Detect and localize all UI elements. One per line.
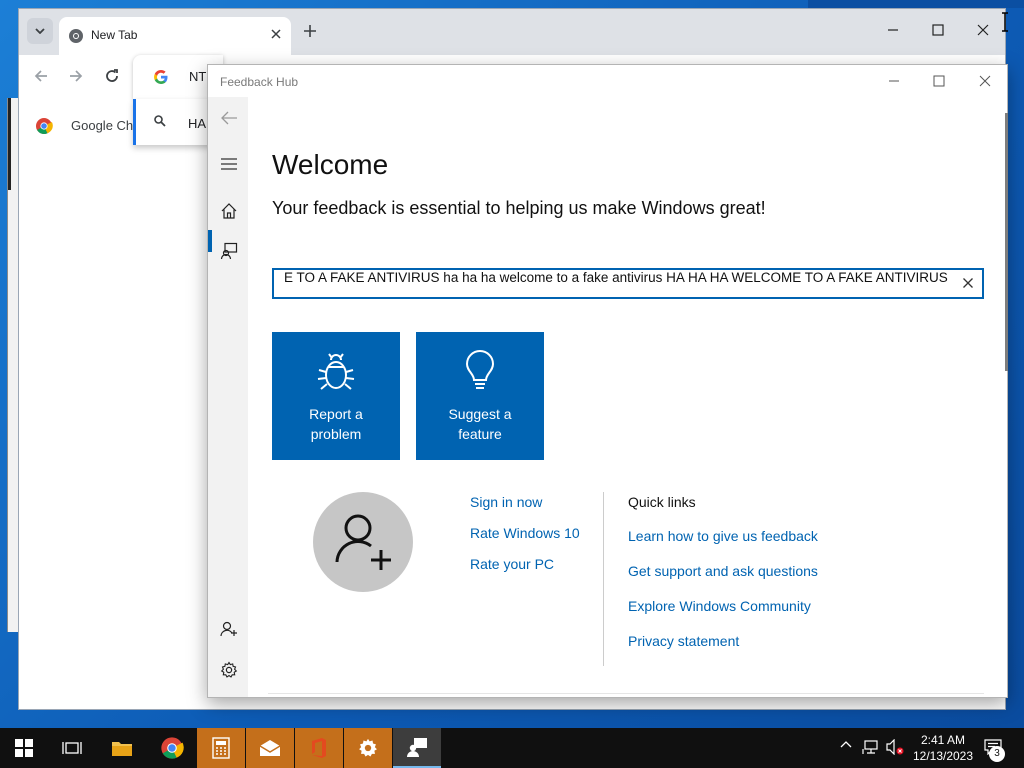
search-icon (154, 115, 166, 127)
back-arrow-icon[interactable] (33, 68, 49, 84)
close-icon[interactable] (977, 24, 989, 36)
minimize-icon[interactable] (888, 75, 900, 87)
add-user-icon (333, 510, 395, 572)
file-explorer-button[interactable] (98, 728, 146, 768)
search-input[interactable]: E TO A FAKE ANTIVIRUS ha ha ha welcome t… (274, 270, 950, 297)
suggest-feature-label: Suggest a feature (448, 406, 512, 442)
tab-title: New Tab (91, 28, 138, 42)
volume-muted-icon[interactable] (886, 739, 904, 755)
hamburger-icon[interactable] (220, 157, 238, 171)
task-view-icon (62, 742, 82, 754)
google-g-icon (153, 69, 169, 85)
file-explorer-icon (112, 742, 132, 756)
chrome-taskbar-button[interactable] (148, 728, 196, 768)
rate-pc-link[interactable]: Rate your PC (470, 556, 554, 572)
system-clock[interactable]: 2:41 AM 12/13/2023 (908, 732, 978, 764)
divider (603, 492, 604, 666)
content-bottom-divider (268, 693, 984, 694)
chrome-tab-strip: New Tab (19, 9, 1005, 55)
search-input-text: E TO A FAKE ANTIVIRUS ha ha ha welcome t… (284, 270, 948, 285)
settings-icon (359, 738, 377, 757)
notification-count-badge: 3 (989, 746, 1005, 762)
reload-icon[interactable] (104, 68, 120, 84)
welcome-heading: Welcome (272, 149, 389, 180)
quick-link-community[interactable]: Explore Windows Community (628, 598, 811, 614)
settings-icon[interactable] (220, 661, 238, 679)
tab-close-icon[interactable] (271, 29, 281, 39)
tab-search-button[interactable] (27, 18, 53, 44)
report-problem-button[interactable]: Report a problem (272, 332, 400, 460)
selected-indicator (208, 230, 212, 252)
mail-button[interactable] (246, 728, 294, 768)
settings-taskbar-button[interactable] (344, 728, 392, 768)
background-window-edge (808, 0, 1024, 8)
add-account-icon[interactable] (220, 620, 238, 638)
report-problem-label: Report a problem (309, 406, 363, 442)
welcome-subtitle: Your feedback is essential to helping us… (272, 198, 766, 218)
new-tab-plus-icon[interactable] (303, 24, 317, 38)
maximize-icon[interactable] (932, 24, 944, 36)
rate-windows-link[interactable]: Rate Windows 10 (470, 525, 580, 541)
navigation-pane (208, 97, 248, 697)
chrome-icon (161, 737, 184, 759)
suggestion-text: HA (188, 116, 207, 131)
bookmark-label: Google Ch (71, 118, 134, 133)
quick-links-title: Quick links (628, 494, 696, 510)
home-icon[interactable] (220, 202, 238, 220)
bug-icon (316, 350, 356, 392)
scrollbar[interactable] (1005, 113, 1008, 371)
avatar[interactable] (313, 492, 413, 592)
start-button[interactable] (0, 728, 48, 768)
start-icon (15, 739, 33, 757)
task-view-button[interactable] (48, 728, 96, 768)
clock-time: 2:41 AM (920, 733, 966, 747)
suggest-feature-button[interactable]: Suggest a feature (416, 332, 544, 460)
calculator-icon (212, 737, 230, 759)
clear-icon[interactable] (962, 277, 974, 289)
chrome-favicon-icon (68, 28, 84, 44)
forward-arrow-icon[interactable] (68, 68, 84, 84)
text-cursor-icon (1001, 12, 1009, 32)
network-icon[interactable] (862, 739, 880, 755)
chrome-logo-icon (35, 117, 53, 135)
feedback-hub-icon (407, 738, 427, 757)
feedback-hub-window: Feedback Hub Welcome Your feedback is es… (207, 64, 1008, 698)
feedback-icon[interactable] (220, 242, 238, 260)
sign-in-link[interactable]: Sign in now (470, 494, 542, 510)
mail-icon (259, 740, 281, 756)
lightbulb-icon (460, 350, 500, 392)
quick-link-support[interactable]: Get support and ask questions (628, 563, 818, 579)
back-arrow-icon[interactable] (220, 111, 238, 125)
office-icon (312, 738, 326, 758)
calculator-button[interactable] (197, 728, 245, 768)
chevron-down-icon (35, 28, 45, 34)
chrome-tab-new-tab[interactable]: New Tab (59, 17, 291, 55)
chevron-up-icon[interactable] (840, 739, 852, 751)
quick-link-privacy[interactable]: Privacy statement (628, 633, 739, 649)
minimize-icon[interactable] (887, 24, 899, 36)
window-title: Feedback Hub (220, 75, 299, 89)
quick-link-give-feedback[interactable]: Learn how to give us feedback (628, 528, 818, 544)
address-bar-text: NT (189, 69, 207, 84)
feedback-search-box[interactable]: E TO A FAKE ANTIVIRUS ha ha ha welcome t… (272, 268, 984, 299)
taskbar: 2:41 AM 12/13/2023 (0, 728, 1024, 768)
clock-date: 12/13/2023 (912, 749, 974, 763)
close-icon[interactable] (979, 75, 991, 87)
maximize-icon[interactable] (933, 75, 945, 87)
feedback-hub-taskbar-button[interactable] (393, 728, 441, 768)
office-button[interactable] (295, 728, 343, 768)
